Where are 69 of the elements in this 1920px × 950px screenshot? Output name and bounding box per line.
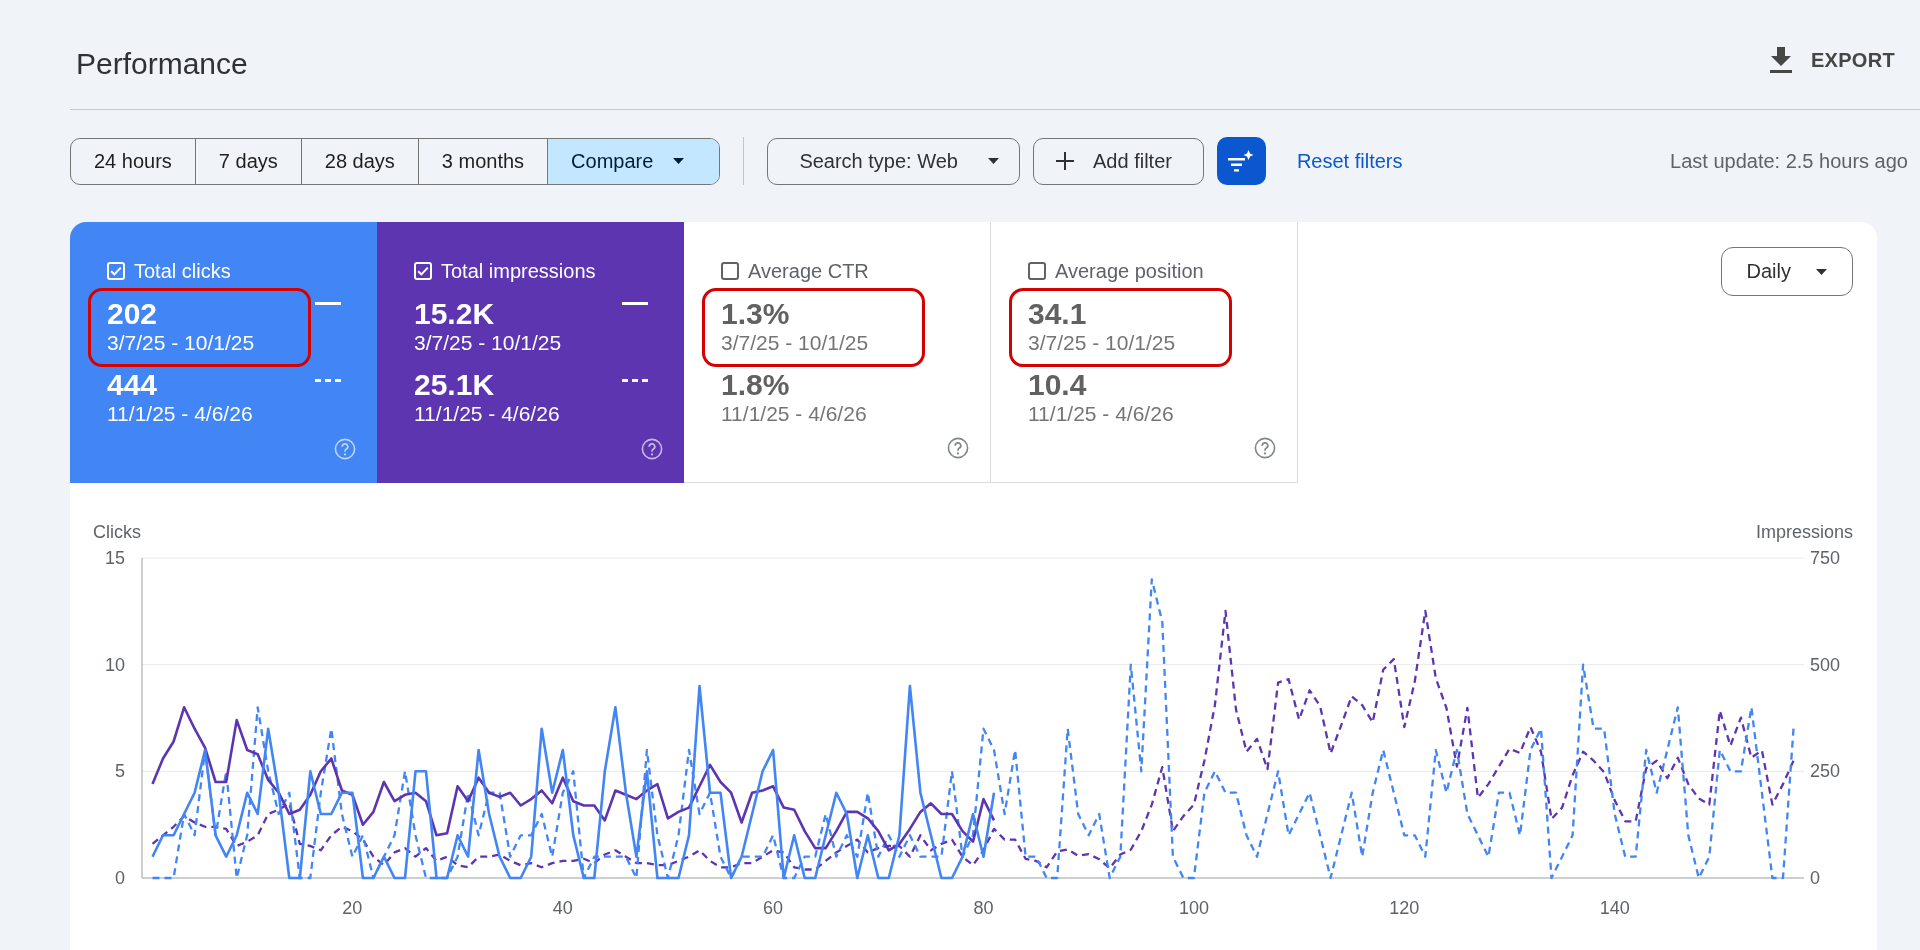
metric-tile[interactable]: Average CTR 1.3% 3/7/25 - 10/1/25 1.8% 11/1/25 - 4/6/26 <box>684 222 991 483</box>
download-icon <box>1769 47 1792 73</box>
caret-icon <box>988 158 999 164</box>
metric-tile[interactable]: Total impressions 15.2K 3/7/25 - 10/1/25 25.1K 11/1/25 - 4/6/26 <box>377 222 684 483</box>
tick-label: 40 <box>552 898 573 918</box>
checkbox[interactable] <box>1028 262 1046 280</box>
last-update-text: Last update: 2.5 hours ago <box>1670 149 1908 173</box>
checkbox[interactable] <box>721 262 739 280</box>
metric-tile[interactable]: Average position 34.1 3/7/25 - 10/1/25 10.4 11/1/25 - 4/6/26 <box>991 222 1298 483</box>
date-range-text: 3/7/25 - 10/1/25 <box>721 331 869 355</box>
date-range-tab[interactable]: Compare <box>548 138 720 184</box>
tick-label: 10 <box>104 654 125 675</box>
caret-icon <box>1816 268 1827 275</box>
filter-sparkle-icon <box>1228 150 1255 172</box>
date-range-text: 3/7/25 - 10/1/25 <box>1028 331 1176 355</box>
metric-value: 10.4 <box>1028 368 1087 402</box>
tick-label: 15 <box>104 548 125 568</box>
date-range-tab[interactable]: 7 days <box>195 138 302 184</box>
plus-icon <box>1056 152 1074 170</box>
tick-label: 140 <box>1599 898 1630 918</box>
metric-value: 15.2K <box>414 297 495 331</box>
search-type-dropdown[interactable]: Search type: Web <box>767 137 1020 185</box>
help-icon <box>641 438 663 460</box>
tick-label: 0 <box>1810 868 1820 888</box>
date-range-tab[interactable]: 28 days <box>301 138 419 184</box>
tick-label: 20 <box>342 898 363 918</box>
caret-icon <box>673 158 685 164</box>
add-filter-button[interactable]: Add filter <box>1033 137 1204 185</box>
tick-label: 60 <box>763 898 784 918</box>
tick-label: 80 <box>973 898 994 918</box>
metric-label: Average CTR <box>748 260 869 282</box>
reset-filters-link[interactable]: Reset filters <box>1296 149 1403 173</box>
help-icon <box>1254 437 1276 459</box>
tick-label: 750 <box>1810 548 1841 568</box>
interval-dropdown[interactable]: Daily <box>1720 247 1853 296</box>
axis-title: Impressions <box>1755 522 1853 542</box>
metric-value: 444 <box>107 368 158 402</box>
tick-label: 0 <box>115 868 125 888</box>
filter-button[interactable] <box>1216 137 1266 185</box>
date-range-text: 11/1/25 - 4/6/26 <box>721 402 867 426</box>
date-range-text: 11/1/25 - 4/6/26 <box>107 402 253 426</box>
tick-label: 250 <box>1810 761 1841 782</box>
solid-line-icon <box>315 302 341 305</box>
help-icon <box>334 438 356 460</box>
date-range-text: 3/7/25 - 10/1/25 <box>107 331 255 355</box>
help-icon <box>947 437 969 459</box>
metric-tile[interactable]: Total clicks 202 3/7/25 - 10/1/25 444 11/1/25 - 4/6/26 <box>70 222 377 483</box>
page-title: Performance <box>76 46 248 82</box>
metric-label: Total impressions <box>441 260 596 282</box>
tick-label: 100 <box>1178 898 1209 918</box>
metric-value: 25.1K <box>414 368 495 402</box>
solid-line-icon <box>622 302 648 305</box>
export-button[interactable]: EXPORT <box>1769 43 1895 77</box>
metric-label: Average position <box>1055 260 1204 282</box>
tick-label: 500 <box>1810 654 1841 675</box>
metric-label: Total clicks <box>134 260 231 282</box>
date-range-text: 11/1/25 - 4/6/26 <box>414 402 560 426</box>
tick-label: 5 <box>115 761 125 782</box>
date-range-tab[interactable]: 24 hours <box>71 138 196 184</box>
date-range-text: 3/7/25 - 10/1/25 <box>414 331 562 355</box>
axis-title: Clicks <box>93 522 141 542</box>
metric-value: 1.8% <box>721 368 790 402</box>
dashed-line-icon <box>315 379 341 382</box>
metric-value: 1.3% <box>721 297 790 331</box>
dashed-line-icon <box>622 379 648 382</box>
metric-value: 202 <box>107 297 158 331</box>
date-range-text: 11/1/25 - 4/6/26 <box>1028 402 1174 426</box>
tick-label: 120 <box>1389 898 1420 918</box>
metric-value: 34.1 <box>1028 297 1087 331</box>
